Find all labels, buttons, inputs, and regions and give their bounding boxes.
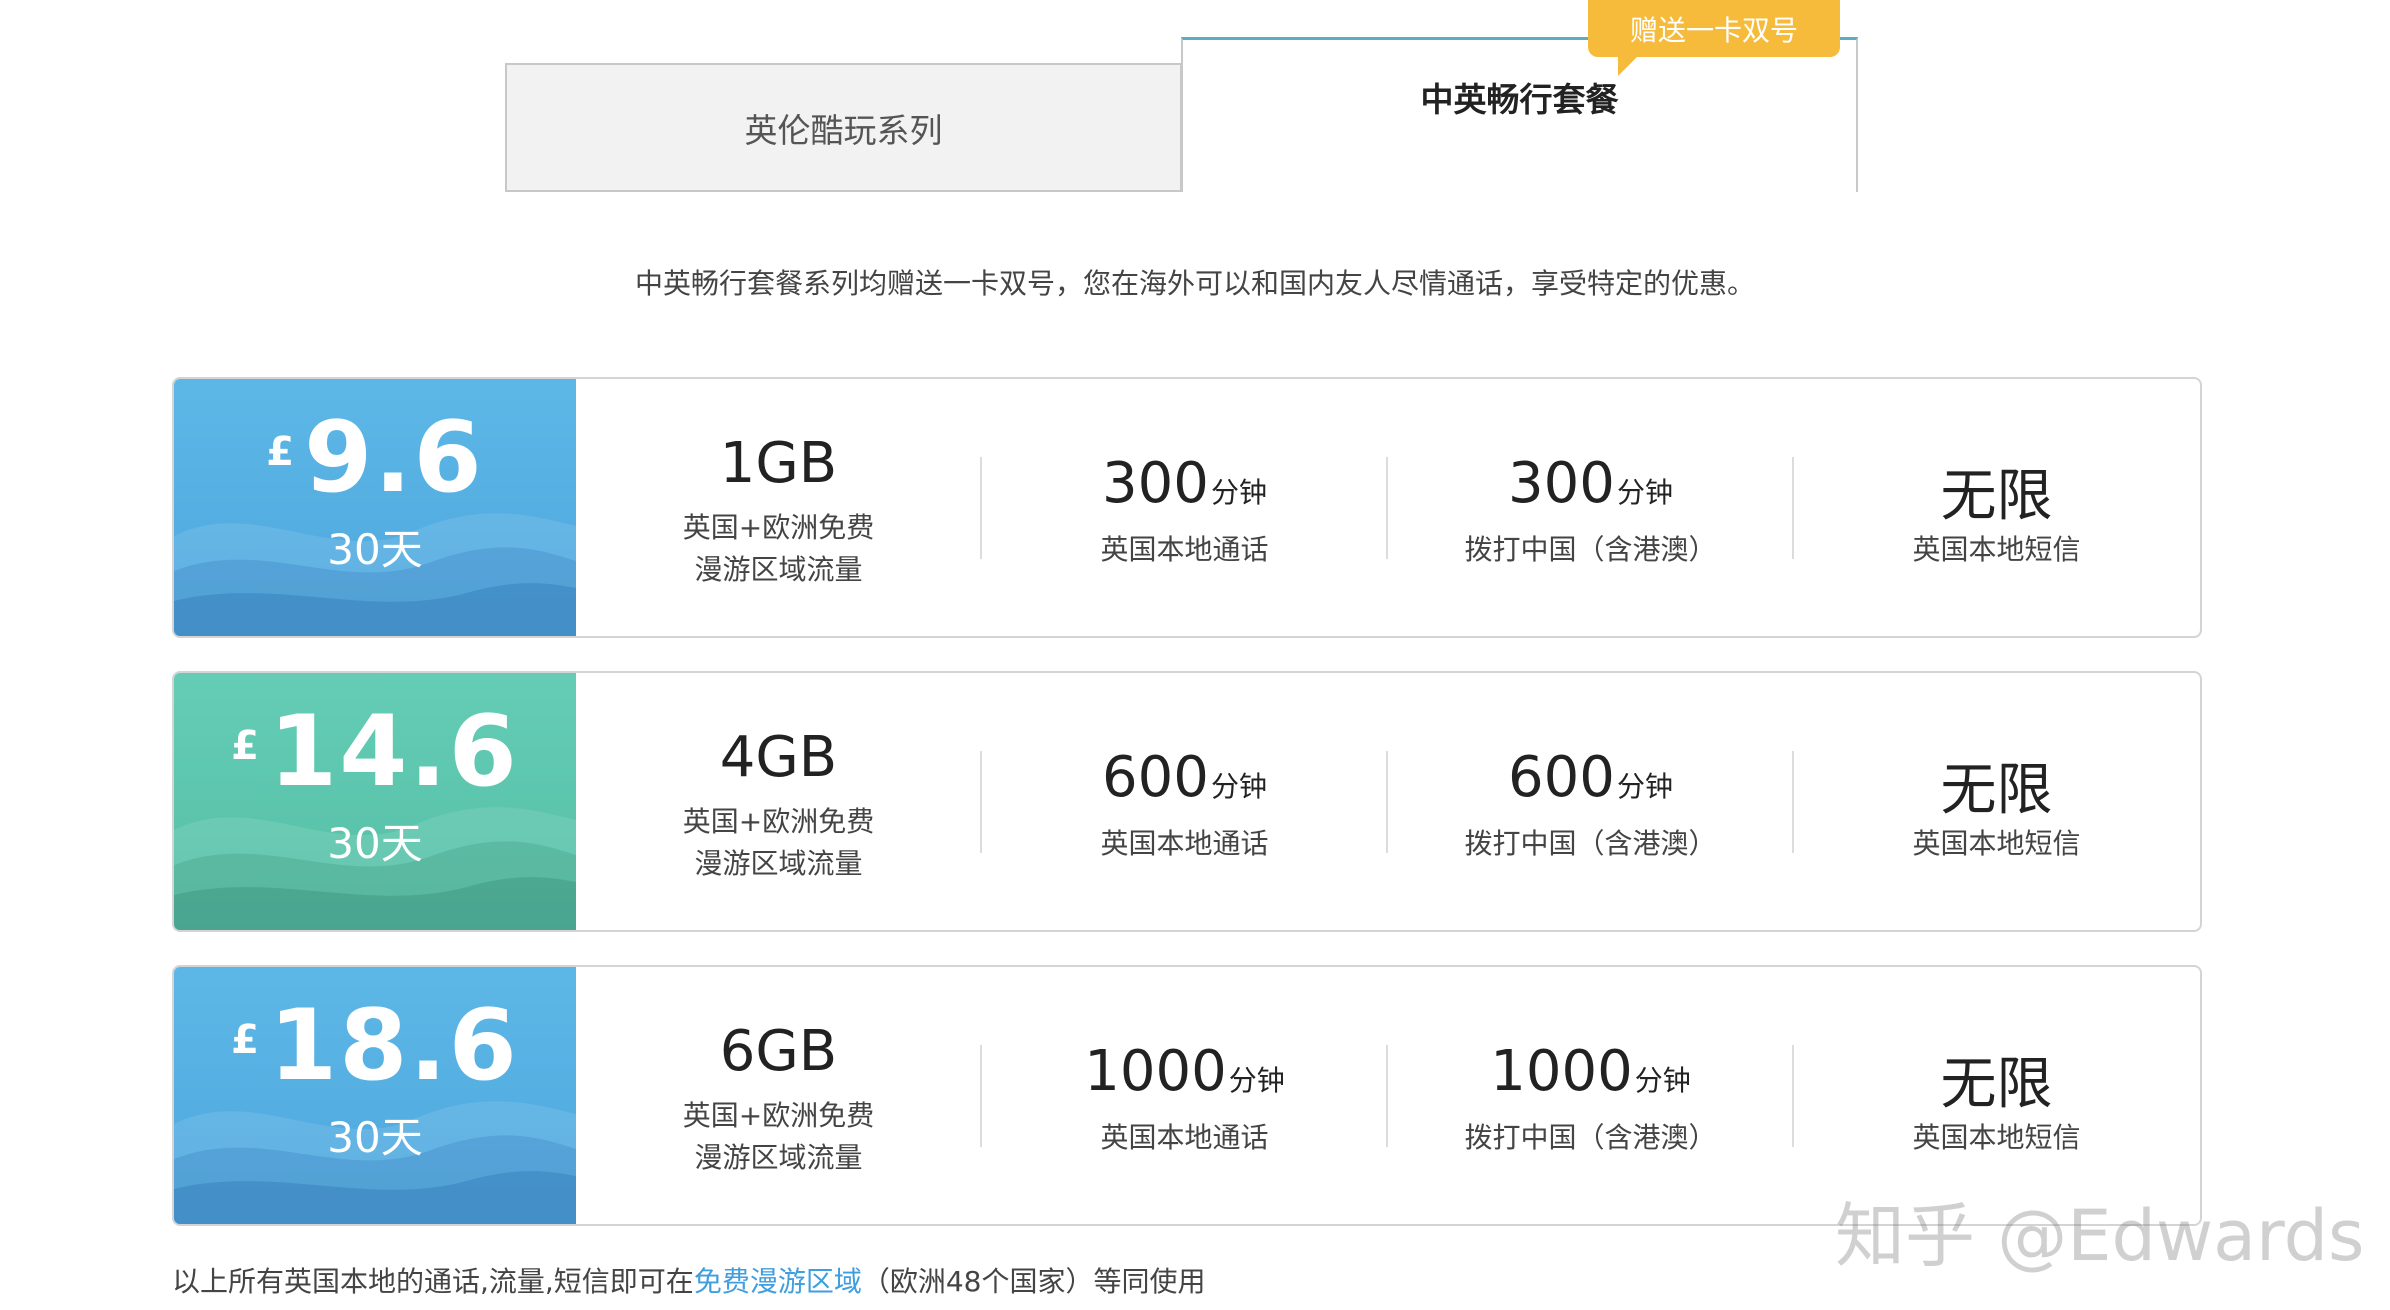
data-description: 英国+欧洲免费 漫游区域流量 <box>576 507 981 591</box>
china-calls-description: 拨打中国（含港澳） <box>1464 1121 1717 1154</box>
tab-label: 中英畅行套餐 <box>1420 80 1619 119</box>
china-calls: 1000分钟 拨打中国（含港澳） <box>1388 967 1793 1224</box>
price-panel: £18.6 30天 <box>174 967 576 1224</box>
plan-card[interactable]: £9.6 30天 1GB 英国+欧洲免费 漫游区域流量 300分钟 英国本地通话… <box>172 377 2202 638</box>
data-allowance: 6GB 英国+欧洲免费 漫游区域流量 <box>576 967 981 1224</box>
data-desc-line2: 漫游区域流量 <box>694 1141 863 1174</box>
china-calls-value: 1000 <box>1490 1039 1633 1104</box>
local-calls-value: 300 <box>1102 451 1209 516</box>
china-calls-description: 拨打中国（含港澳） <box>1464 533 1717 566</box>
data-desc-line1: 英国+欧洲免费 <box>682 805 875 838</box>
gift-badge-label: 赠送一卡双号 <box>1629 13 1798 47</box>
price: £9.6 <box>174 401 576 515</box>
sms-description: 英国本地短信 <box>1912 533 2081 566</box>
price-amount: 9.6 <box>304 401 484 515</box>
price: £18.6 <box>174 989 576 1103</box>
local-calls-description: 英国本地通话 <box>1100 827 1269 860</box>
china-calls: 300分钟 拨打中国（含港澳） <box>1388 379 1793 636</box>
data-allowance: 4GB 英国+欧洲免费 漫游区域流量 <box>576 673 981 930</box>
local-calls-amount: 1000分钟 <box>982 1039 1387 1104</box>
sms-allowance: 无限 英国本地短信 <box>1794 673 2199 930</box>
watermark: 知乎 @Edwards <box>1835 1195 2365 1277</box>
price-panel: £9.6 30天 <box>174 379 576 636</box>
china-calls-value: 300 <box>1508 451 1615 516</box>
sms-amount: 无限 <box>1940 464 2053 529</box>
local-calls-amount: 300分钟 <box>982 451 1387 516</box>
data-desc-line2: 漫游区域流量 <box>694 847 863 880</box>
footnote-suffix: （欧洲48个国家）等同使用 <box>861 1265 1206 1298</box>
data-amount: 6GB <box>719 1019 838 1084</box>
local-calls-description: 英国本地通话 <box>1100 533 1269 566</box>
price-amount: 18.6 <box>269 989 519 1103</box>
plan-period: 30天 <box>327 1113 423 1162</box>
minutes-unit: 分钟 <box>1616 770 1673 803</box>
china-calls-value: 600 <box>1508 745 1615 810</box>
china-calls: 600分钟 拨打中国（含港澳） <box>1388 673 1793 930</box>
gift-badge-pointer <box>1618 56 1638 76</box>
minutes-unit: 分钟 <box>1210 476 1267 509</box>
sms-description: 英国本地短信 <box>1912 827 2081 860</box>
price-amount: 14.6 <box>269 695 519 809</box>
data-amount: 4GB <box>719 725 838 790</box>
minutes-unit: 分钟 <box>1616 476 1673 509</box>
data-desc-line2: 漫游区域流量 <box>694 553 863 586</box>
plan-card[interactable]: £14.6 30天 4GB 英国+欧洲免费 漫游区域流量 600分钟 英国本地通… <box>172 671 2202 932</box>
sms-amount: 无限 <box>1940 1052 2053 1117</box>
minutes-unit: 分钟 <box>1228 1064 1285 1097</box>
data-desc-line1: 英国+欧洲免费 <box>682 511 875 544</box>
china-calls-amount: 1000分钟 <box>1388 1039 1793 1104</box>
local-calls: 1000分钟 英国本地通话 <box>982 967 1387 1224</box>
price: £14.6 <box>174 695 576 809</box>
currency-symbol: £ <box>231 723 260 769</box>
local-calls-amount: 600分钟 <box>982 745 1387 810</box>
minutes-unit: 分钟 <box>1634 1064 1691 1097</box>
china-calls-amount: 300分钟 <box>1388 451 1793 516</box>
data-description: 英国+欧洲免费 漫游区域流量 <box>576 801 981 885</box>
footnote-prefix: 以上所有英国本地的通话,流量,短信即可在 <box>172 1265 694 1298</box>
data-desc-line1: 英国+欧洲免费 <box>682 1099 875 1132</box>
data-allowance: 1GB 英国+欧洲免费 漫游区域流量 <box>576 379 981 636</box>
gift-badge: 赠送一卡双号 <box>1588 0 1840 57</box>
sms-amount: 无限 <box>1940 758 2053 823</box>
data-description: 英国+欧洲免费 漫游区域流量 <box>576 1095 981 1179</box>
data-amount: 1GB <box>719 431 838 496</box>
china-calls-amount: 600分钟 <box>1388 745 1793 810</box>
plan-intro-text: 中英畅行套餐系列均赠送一卡双号，您在海外可以和国内友人尽情通话，享受特定的优惠。 <box>634 267 1755 300</box>
local-calls-value: 1000 <box>1084 1039 1227 1104</box>
sms-description: 英国本地短信 <box>1912 1121 2081 1154</box>
plan-period: 30天 <box>327 525 423 574</box>
local-calls: 300分钟 英国本地通话 <box>982 379 1387 636</box>
currency-symbol: £ <box>266 429 295 475</box>
local-calls-description: 英国本地通话 <box>1100 1121 1269 1154</box>
free-roaming-zone-link[interactable]: 免费漫游区域 <box>694 1265 862 1298</box>
price-panel: £14.6 30天 <box>174 673 576 930</box>
sms-allowance: 无限 英国本地短信 <box>1794 379 2199 636</box>
currency-symbol: £ <box>231 1017 260 1063</box>
tab-label: 英伦酷玩系列 <box>744 110 943 150</box>
minutes-unit: 分钟 <box>1210 770 1267 803</box>
china-calls-description: 拨打中国（含港澳） <box>1464 827 1717 860</box>
plan-period: 30天 <box>327 819 423 868</box>
tab-zhongying-changxing[interactable]: 中英畅行套餐 <box>1181 37 1858 192</box>
footnote: 以上所有英国本地的通话,流量,短信即可在免费漫游区域（欧洲48个国家）等同使用 <box>172 1260 1205 1300</box>
local-calls: 600分钟 英国本地通话 <box>982 673 1387 930</box>
local-calls-value: 600 <box>1102 745 1209 810</box>
tab-yinglun-kuwan[interactable]: 英伦酷玩系列 <box>505 63 1182 192</box>
